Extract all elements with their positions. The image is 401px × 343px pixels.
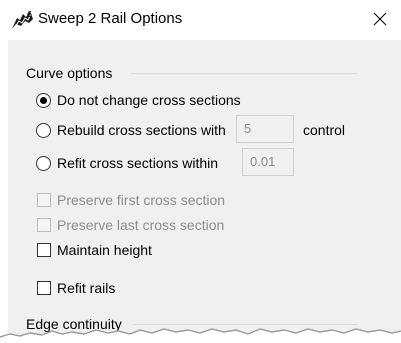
refit-tolerance-input[interactable]: 0.01 [242, 148, 294, 176]
refit-rails-label: Refit rails [57, 280, 116, 296]
title-bar: 6 Sweep 2 Rail Options [0, 0, 401, 40]
rebuild-control-label: control [303, 122, 346, 138]
preserve-first-label: Preserve first cross section [57, 192, 226, 208]
radio-do-not-change-label: Do not change cross sections [57, 92, 241, 108]
window-title: Sweep 2 Rail Options [38, 10, 183, 27]
radio-rebuild-label: Rebuild cross sections with [57, 122, 226, 138]
preserve-last-checkbox-row: Preserve last cross section [37, 216, 224, 234]
svg-text:6: 6 [27, 10, 32, 19]
radio-refit[interactable]: Refit cross sections within [36, 154, 218, 172]
preserve-first-checkbox-row: Preserve first cross section [37, 191, 225, 209]
radio-refit-label: Refit cross sections within [57, 155, 219, 171]
close-button[interactable] [364, 5, 396, 33]
preserve-first-checkbox [37, 193, 51, 207]
rebuild-control-points-input[interactable]: 5 [236, 115, 294, 143]
refit-rails-checkbox-row[interactable]: Refit rails [37, 279, 115, 297]
maintain-height-checkbox-row[interactable]: Maintain height [37, 241, 152, 259]
rhino-sweep-icon: 6 [12, 10, 33, 29]
sweep-options-dialog: 6 Sweep 2 Rail Options Curve options Do … [0, 0, 401, 343]
maintain-height-label: Maintain height [57, 242, 152, 258]
close-icon [373, 12, 387, 26]
radio-rebuild-button[interactable] [36, 122, 51, 138]
dialog-client-area: Curve options Do not change cross sectio… [8, 40, 401, 343]
refit-rails-checkbox[interactable] [37, 281, 51, 295]
radio-do-not-change-button[interactable] [36, 92, 51, 108]
preserve-last-label: Preserve last cross section [57, 217, 225, 233]
torn-edge [0, 328, 401, 343]
radio-refit-button[interactable] [36, 155, 51, 171]
preserve-last-checkbox [37, 218, 51, 232]
curve-options-header: Curve options [26, 65, 113, 81]
radio-do-not-change[interactable]: Do not change cross sections [36, 91, 241, 109]
maintain-height-checkbox[interactable] [37, 243, 51, 257]
radio-rebuild[interactable]: Rebuild cross sections with [36, 121, 226, 139]
curve-options-divider [130, 73, 358, 74]
